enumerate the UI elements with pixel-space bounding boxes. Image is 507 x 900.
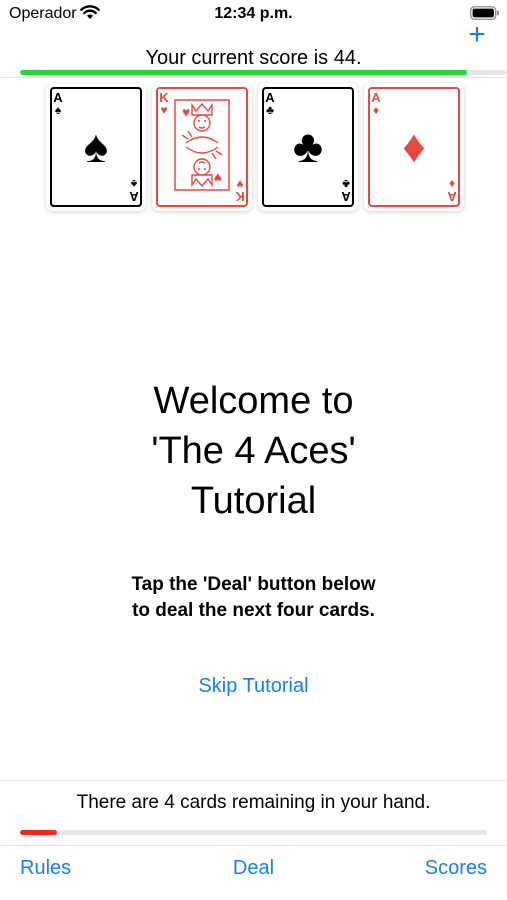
hand-progress-fill bbox=[20, 830, 58, 835]
card-corner-bottom: A ♠ bbox=[128, 177, 140, 204]
heart-icon: ♥ bbox=[160, 103, 168, 117]
king-face-icon: ♥ ♥ bbox=[174, 99, 230, 191]
welcome-line: Welcome to bbox=[153, 380, 354, 422]
welcome-line: Tutorial bbox=[190, 480, 317, 522]
welcome-title: Welcome to 'The 4 Aces' Tutorial bbox=[0, 376, 507, 526]
card-rank: A bbox=[447, 189, 457, 204]
svg-text:♥: ♥ bbox=[214, 170, 222, 186]
card-row: A ♠ ♠ A ♠ K ♥ ♥ ♥ K ♥ A ♣ ♣ A ♣ A ♦ ♦ A … bbox=[46, 83, 466, 211]
divider bbox=[0, 77, 507, 78]
card-king-of-hearts[interactable]: K ♥ ♥ ♥ K ♥ bbox=[152, 83, 252, 211]
card-rank: A bbox=[129, 189, 139, 204]
card-corner-top: A ♦ bbox=[370, 91, 382, 116]
spade-icon: ♠ bbox=[54, 103, 62, 117]
spade-icon: ♠ bbox=[83, 120, 109, 172]
status-bar: Operador 12:34 p.m. bbox=[0, 0, 507, 28]
score-label: Your current score is 44. bbox=[145, 47, 362, 69]
card-corner-top: A ♠ bbox=[52, 91, 64, 116]
scores-button[interactable]: Scores bbox=[425, 856, 487, 880]
card-rank: A bbox=[341, 189, 351, 204]
hand-progress-bar bbox=[20, 830, 487, 835]
card-corner-bottom: K ♥ bbox=[234, 177, 246, 204]
card-corner-top: K ♥ bbox=[158, 91, 170, 116]
welcome-line: 'The 4 Aces' bbox=[151, 430, 356, 472]
svg-text:♥: ♥ bbox=[182, 104, 190, 120]
card-ace-of-spades[interactable]: A ♠ ♠ A ♠ bbox=[46, 83, 146, 211]
instruction-text: Tap the 'Deal' button below to deal the … bbox=[0, 572, 507, 624]
card-ace-of-diamonds[interactable]: A ♦ ♦ A ♦ bbox=[364, 83, 464, 211]
skip-tutorial-button[interactable]: Skip Tutorial bbox=[0, 673, 507, 699]
card-corner-bottom: A ♣ bbox=[340, 177, 352, 204]
diamond-icon: ♦ bbox=[372, 103, 380, 117]
cards-remaining-label: There are 4 cards remaining in your hand… bbox=[76, 792, 431, 813]
instruction-line: to deal the next four cards. bbox=[132, 600, 375, 621]
card-rank: K bbox=[235, 189, 245, 204]
card-corner-top: A ♣ bbox=[264, 91, 276, 116]
instruction-line: Tap the 'Deal' button below bbox=[131, 574, 376, 595]
club-icon: ♣ bbox=[292, 120, 324, 172]
club-icon: ♣ bbox=[266, 103, 274, 117]
card-ace-of-clubs[interactable]: A ♣ ♣ A ♣ bbox=[258, 83, 358, 211]
diamond-icon: ♦ bbox=[402, 120, 426, 172]
card-corner-bottom: A ♦ bbox=[446, 177, 458, 204]
divider bbox=[0, 780, 507, 781]
score-progress-bar bbox=[20, 70, 506, 75]
clock: 12:34 p.m. bbox=[214, 5, 293, 22]
score-progress-fill bbox=[20, 70, 468, 75]
toolbar-divider bbox=[0, 845, 507, 846]
